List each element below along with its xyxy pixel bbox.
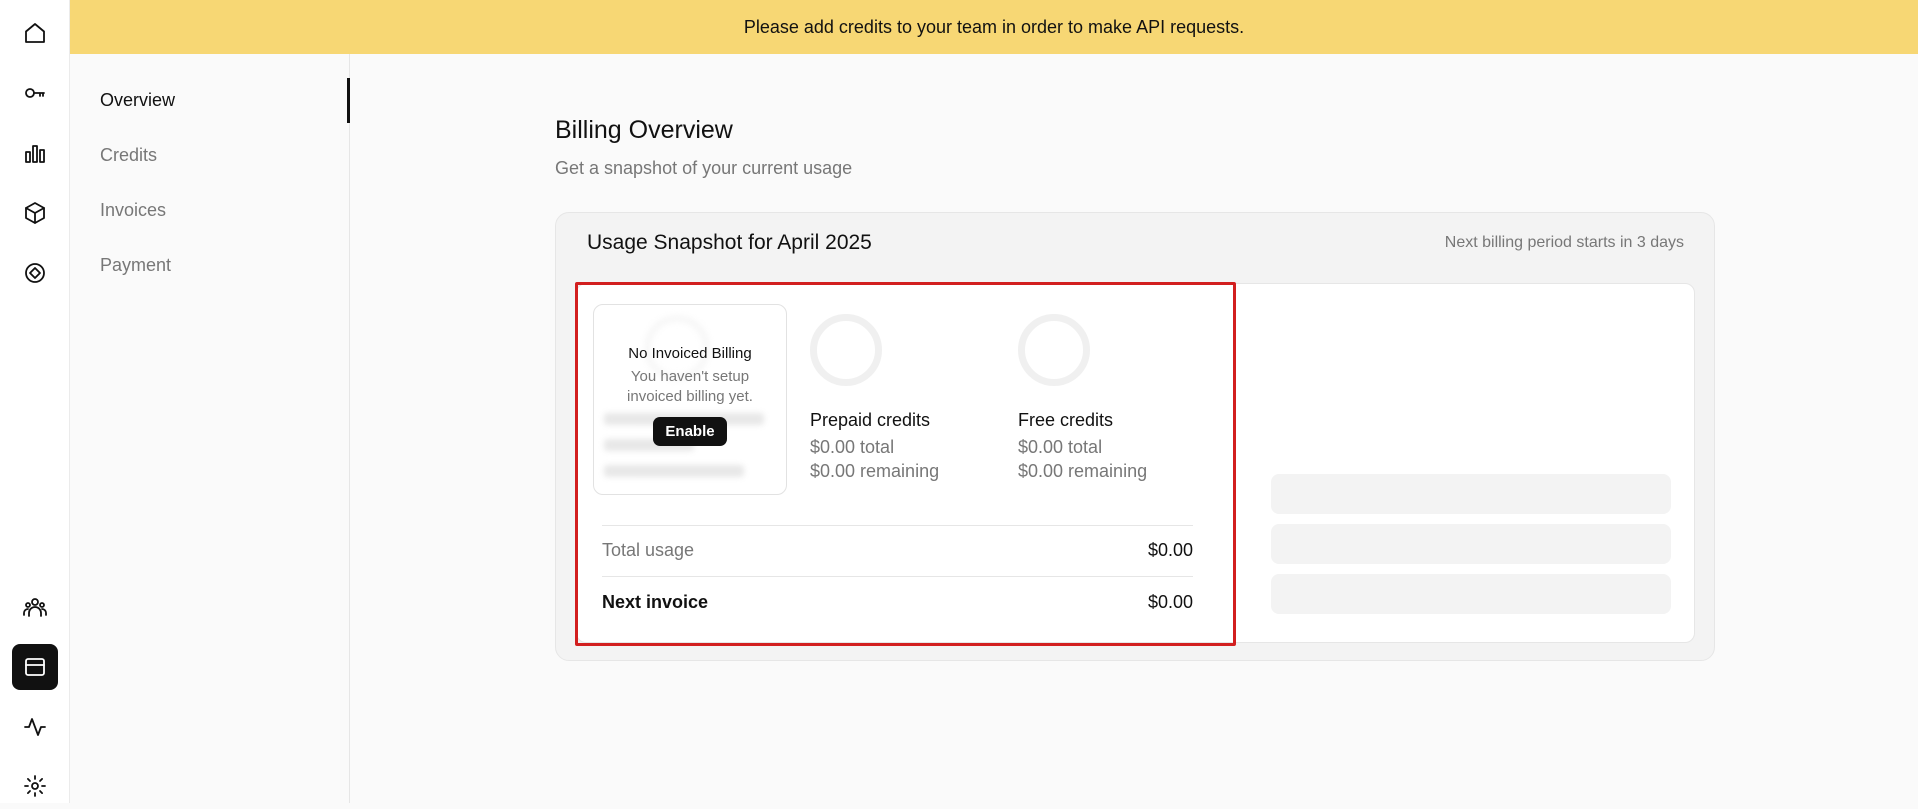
- total-usage-amount: $0.00: [1147, 540, 1193, 560]
- billing-period-note: Next billing period starts in 3 days: [1444, 234, 1684, 251]
- invoiced-billing-text: You haven't setup invoiced billing yet.: [627, 368, 753, 405]
- home-icon[interactable]: [12, 10, 58, 56]
- subnav-item-credits[interactable]: Credits: [100, 145, 157, 166]
- free-credits-remaining: $0.00 remaining: [1018, 461, 1148, 481]
- invoiced-billing-tile: No Invoiced Billing You haven't setup in…: [593, 304, 787, 495]
- billing-subnav: Overview Credits Invoices Payment: [70, 54, 350, 803]
- diamond-arrow-icon[interactable]: [12, 250, 58, 296]
- usage-snapshot-card: Usage Snapshot for April 2025 Next billi…: [555, 212, 1715, 661]
- bar-chart-icon[interactable]: [12, 130, 58, 176]
- key-icon[interactable]: [12, 70, 58, 116]
- subnav-item-payment[interactable]: Payment: [100, 255, 171, 276]
- loading-skeleton: [1271, 524, 1671, 564]
- page-subtitle: Get a snapshot of your current usage: [555, 158, 853, 178]
- invoiced-billing-overlay: No Invoiced Billing You haven't setup in…: [594, 345, 786, 446]
- loading-skeleton: [1271, 474, 1671, 514]
- billing-icon[interactable]: [12, 644, 58, 690]
- snapshot-panel: No Invoiced Billing You haven't setup in…: [575, 282, 1695, 646]
- activity-icon[interactable]: [12, 704, 58, 750]
- subnav-item-overview[interactable]: Overview: [100, 90, 175, 111]
- next-invoice-amount: $0.00: [1147, 592, 1193, 612]
- banner-text: Please add credits to your team in order…: [743, 16, 1245, 37]
- credits-warning-banner: Please add credits to your team in order…: [70, 0, 1918, 54]
- next-invoice-label: Next invoice: [602, 592, 709, 612]
- active-indicator: [347, 78, 350, 123]
- next-invoice-row: Next invoice $0.00: [602, 576, 1193, 628]
- prepaid-credits-label: Prepaid credits: [810, 410, 931, 430]
- enable-invoiced-billing-button[interactable]: Enable: [653, 417, 727, 446]
- subnav-item-invoices[interactable]: Invoices: [100, 200, 166, 221]
- icon-rail: [0, 0, 70, 803]
- prepaid-credits-total: $0.00 total: [810, 437, 895, 457]
- snapshot-title: Usage Snapshot for April 2025: [587, 231, 872, 254]
- team-icon[interactable]: [12, 584, 58, 630]
- prepaid-credits-ring: [810, 314, 882, 386]
- free-credits-tile: Free credits $0.00 total $0.00 remaining: [1018, 314, 1198, 482]
- free-credits-label: Free credits: [1018, 410, 1114, 430]
- prepaid-credits-tile: Prepaid credits $0.00 total $0.00 remain…: [810, 314, 990, 482]
- invoiced-billing-title: No Invoiced Billing: [628, 345, 752, 362]
- gear-icon[interactable]: [12, 763, 58, 809]
- free-credits-total: $0.00 total: [1018, 437, 1103, 457]
- total-usage-label: Total usage: [602, 540, 695, 560]
- total-usage-row: Total usage $0.00: [602, 525, 1193, 575]
- cube-icon[interactable]: [12, 190, 58, 236]
- loading-skeleton: [1271, 574, 1671, 614]
- free-credits-ring: [1018, 314, 1090, 386]
- page-title: Billing Overview: [555, 116, 733, 144]
- prepaid-credits-remaining: $0.00 remaining: [810, 461, 940, 481]
